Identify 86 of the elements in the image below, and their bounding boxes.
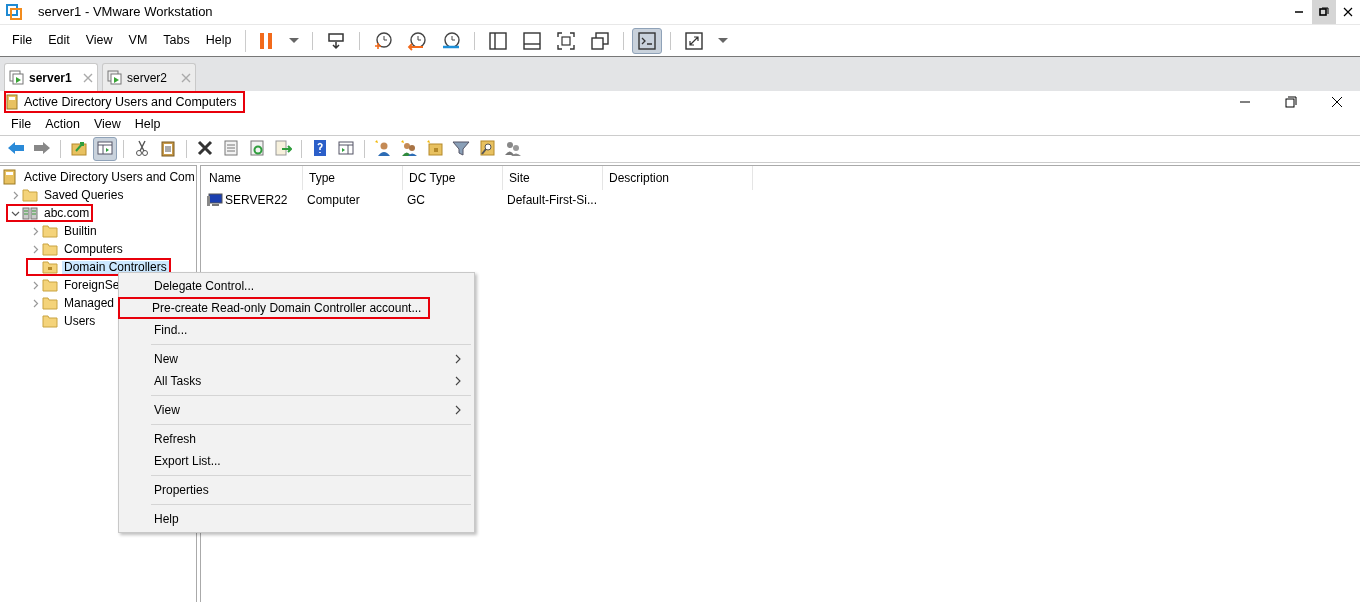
directory-book-icon xyxy=(2,169,18,185)
vm-play-icon xyxy=(107,69,123,86)
folder-icon xyxy=(42,241,58,257)
window-title: Active Directory Users and Computers xyxy=(24,93,237,111)
fullscreen-icon xyxy=(556,30,577,51)
window-title: server1 - VMware Workstation xyxy=(38,3,213,22)
folder-star-icon xyxy=(426,139,444,159)
tree-item[interactable]: ForeignSe xyxy=(26,276,124,294)
sidebar-icon xyxy=(488,30,509,51)
menu-item[interactable]: New xyxy=(121,348,472,370)
menu-item[interactable]: Export List... xyxy=(121,450,472,472)
column-header[interactable]: Type xyxy=(303,166,403,190)
clipboard-icon xyxy=(159,139,177,159)
menu-item[interactable]: Action xyxy=(38,114,87,134)
menu-item[interactable]: Properties xyxy=(121,479,472,501)
tree-item[interactable]: Users xyxy=(26,312,100,330)
user-star-icon xyxy=(374,139,392,159)
document-list-icon xyxy=(222,139,240,159)
page-refresh-icon xyxy=(248,139,266,159)
keyboard-arrow-icon xyxy=(326,30,347,51)
users-star-icon xyxy=(400,139,418,159)
table-cell-text: GC xyxy=(407,192,425,209)
close-icon xyxy=(1331,96,1343,108)
computer-icon xyxy=(207,192,223,208)
column-header[interactable]: DC Type xyxy=(403,166,503,190)
menu-item[interactable]: View xyxy=(86,114,128,134)
menu-item[interactable]: View xyxy=(121,399,472,421)
tree-item[interactable]: Builtin xyxy=(26,222,101,240)
menu-item[interactable]: File xyxy=(4,114,39,134)
vm-tab[interactable]: server2 xyxy=(102,63,196,91)
help-icon xyxy=(311,139,329,159)
folder-icon xyxy=(42,223,58,239)
page-arrow-icon xyxy=(274,139,292,159)
terminal-button[interactable] xyxy=(632,27,663,54)
menu-item[interactable]: Refresh xyxy=(121,428,472,450)
scissors-icon xyxy=(133,139,151,159)
folder-icon xyxy=(22,187,38,203)
stretch-icon xyxy=(684,30,705,51)
menu-item[interactable]: VM xyxy=(120,31,156,50)
menu-item[interactable]: Delegate Control... xyxy=(121,275,472,297)
menu-item[interactable]: Find... xyxy=(121,319,472,341)
folder-icon xyxy=(42,313,58,329)
folder-icon xyxy=(42,277,58,293)
restore-icon xyxy=(1285,96,1297,108)
menu-item[interactable]: Help xyxy=(121,508,472,530)
close-icon xyxy=(1343,7,1353,17)
tab-close-icon[interactable] xyxy=(83,72,93,83)
funnel-icon xyxy=(452,139,470,159)
directory-book-icon xyxy=(6,94,18,110)
column-header[interactable]: Name xyxy=(203,166,303,190)
menu-item[interactable]: File xyxy=(4,31,41,50)
panel-toggle-button[interactable] xyxy=(93,137,117,161)
menu-item[interactable]: Edit xyxy=(40,31,78,50)
menu-item[interactable]: Tabs xyxy=(155,31,198,50)
tree-item[interactable]: Saved Queries xyxy=(6,186,128,204)
tree-item[interactable]: Active Directory Users and Com xyxy=(0,168,199,186)
menu-item[interactable]: Help xyxy=(127,114,168,134)
folder-up-icon xyxy=(70,139,88,159)
table-cell-text: Computer xyxy=(307,192,360,209)
table-cell-text: SERVER22 xyxy=(225,192,288,209)
tree-item[interactable]: Managed xyxy=(26,294,119,312)
terminal-icon xyxy=(637,30,658,51)
app-logo-icon xyxy=(6,4,22,20)
menu-item[interactable]: All Tasks xyxy=(121,370,472,392)
column-header[interactable]: Description xyxy=(603,166,753,190)
vm-tab[interactable]: server1 xyxy=(4,63,98,91)
magnifier-icon xyxy=(478,139,496,159)
clock-plus-icon xyxy=(373,30,394,51)
menu-item[interactable]: Pre-create Read-only Domain Controller account... xyxy=(118,297,430,319)
server-rack-icon xyxy=(22,205,38,221)
column-header[interactable]: Site xyxy=(503,166,603,190)
dropdown-caret-icon xyxy=(289,38,300,43)
users-icon xyxy=(504,139,522,159)
tree-item[interactable]: abc.com xyxy=(6,204,94,222)
menu-item[interactable]: Help xyxy=(197,31,240,50)
bottom-panel-icon xyxy=(522,30,543,51)
vm-play-icon xyxy=(9,69,25,86)
menu-item[interactable]: View xyxy=(77,31,121,50)
tree-item[interactable]: Computers xyxy=(26,240,127,258)
dropdown-caret-icon xyxy=(718,38,729,43)
folder-icon xyxy=(42,295,58,311)
table-cell-text: Default-First-Si... xyxy=(507,192,597,209)
folder-icon xyxy=(42,259,58,275)
restore-icon xyxy=(1319,7,1329,17)
overlapping-windows-icon xyxy=(590,30,611,51)
restore-button[interactable] xyxy=(1312,0,1336,24)
